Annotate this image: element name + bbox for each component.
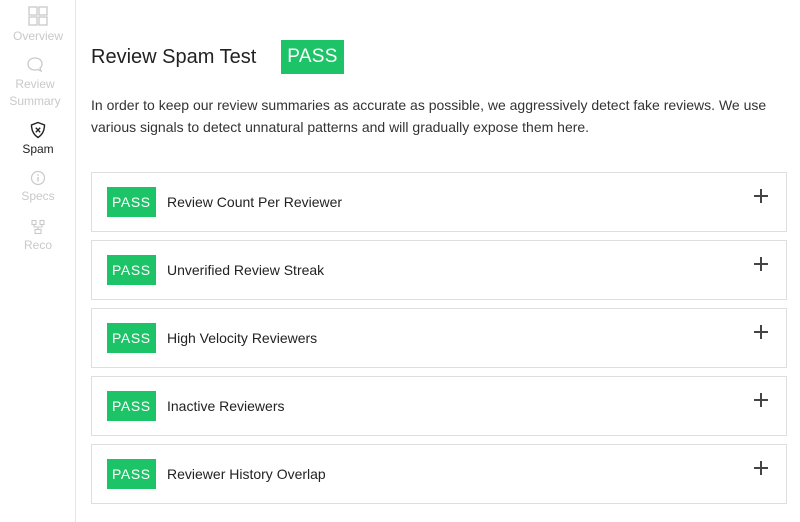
sidebar-item-label: Specs xyxy=(21,189,55,203)
sidebar-item-label: Spam xyxy=(22,142,54,156)
shield-x-icon xyxy=(30,121,46,139)
info-circle-icon xyxy=(30,170,46,186)
page-title: Review Spam Test xyxy=(91,45,257,68)
test-accordion-unverified-review-streak[interactable]: PASS Unverified Review Streak xyxy=(91,240,787,300)
test-label: Review Count Per Reviewer xyxy=(167,194,343,210)
chat-bubble-icon xyxy=(27,57,43,73)
overall-status-badge: PASS xyxy=(281,40,344,74)
expand-plus-icon[interactable] xyxy=(754,257,768,271)
sidebar-item-spam[interactable]: Spam xyxy=(0,121,76,158)
test-label: Inactive Reviewers xyxy=(167,398,285,414)
expand-plus-icon[interactable] xyxy=(754,461,768,475)
test-accordion-reviewer-history-overlap[interactable]: PASS Reviewer History Overlap xyxy=(91,444,787,504)
status-badge: PASS xyxy=(107,391,156,421)
status-badge: PASS xyxy=(107,459,156,489)
status-badge: PASS xyxy=(107,255,156,285)
status-badge: PASS xyxy=(107,187,156,217)
test-accordion-high-velocity-reviewers[interactable]: PASS High Velocity Reviewers xyxy=(91,308,787,368)
expand-plus-icon[interactable] xyxy=(754,393,768,407)
intro-text: In order to keep our review summaries as… xyxy=(91,97,767,135)
test-label: High Velocity Reviewers xyxy=(167,330,318,346)
sidebar-item-review-summary[interactable]: Review Summary xyxy=(0,56,70,110)
expand-plus-icon[interactable] xyxy=(754,189,768,203)
title-row: Review Spam Test PASS xyxy=(91,40,344,74)
main-content: Review Spam Test PASS In order to keep o… xyxy=(91,0,788,522)
sidebar-item-label: Review Summary xyxy=(9,77,61,108)
test-accordion-review-count-per-reviewer[interactable]: PASS Review Count Per Reviewer xyxy=(91,172,787,232)
status-badge: PASS xyxy=(107,323,156,353)
test-label: Unverified Review Streak xyxy=(167,262,325,278)
sidebar-item-overview[interactable]: Overview xyxy=(0,6,76,45)
reco-icon xyxy=(31,219,45,235)
test-accordion-inactive-reviewers[interactable]: PASS Inactive Reviewers xyxy=(91,376,787,436)
sidebar-item-label: Overview xyxy=(12,29,63,43)
sidebar: Overview Review Summary Spam Specs Reco xyxy=(0,0,76,522)
test-label: Reviewer History Overlap xyxy=(167,466,326,482)
expand-plus-icon[interactable] xyxy=(754,325,768,339)
grid-icon xyxy=(28,6,48,26)
sidebar-item-label: Reco xyxy=(23,238,52,252)
sidebar-item-specs[interactable]: Specs xyxy=(0,170,76,205)
sidebar-item-reco[interactable]: Reco xyxy=(0,219,76,254)
